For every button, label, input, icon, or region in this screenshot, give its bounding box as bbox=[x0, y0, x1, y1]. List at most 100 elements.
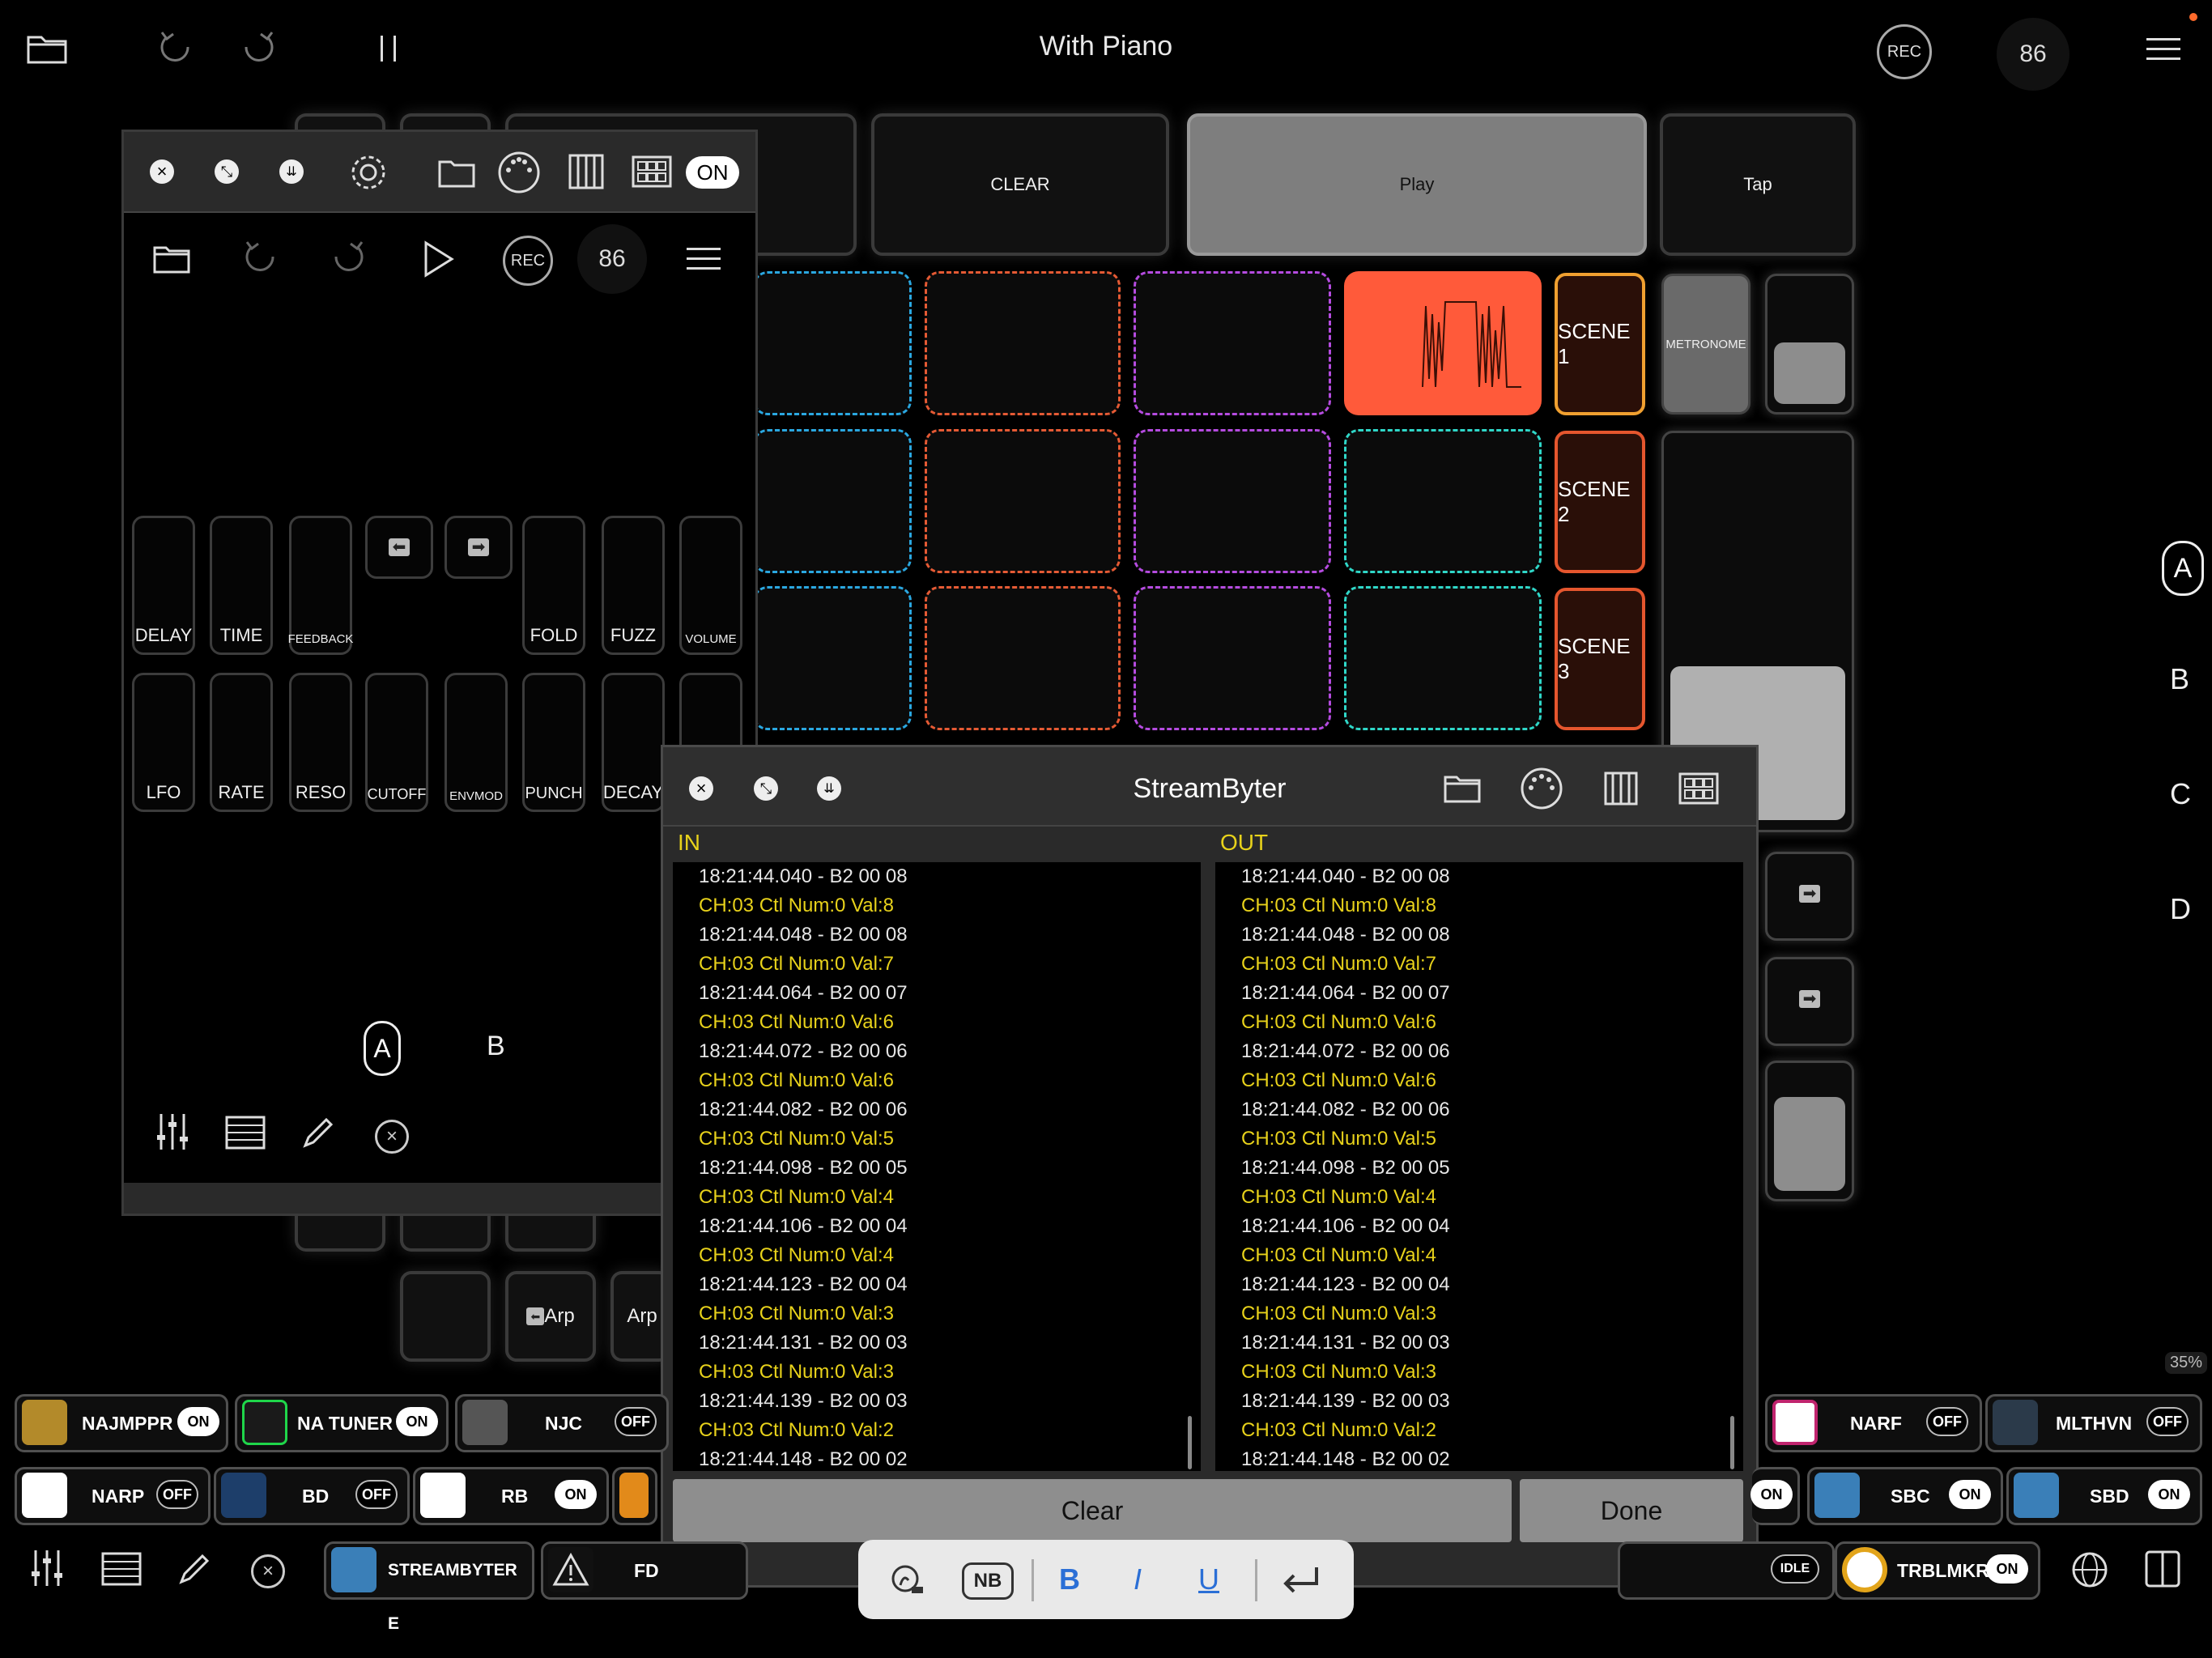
arp-left-button[interactable]: ⬅ Arp bbox=[505, 1271, 596, 1362]
pads-icon[interactable] bbox=[1677, 770, 1721, 807]
hamburger-menu-icon[interactable] bbox=[686, 242, 721, 274]
trblmkr-toggle[interactable]: ON bbox=[1986, 1554, 2028, 1584]
clip-pad[interactable] bbox=[1134, 586, 1331, 730]
plugin-chip-partial[interactable] bbox=[612, 1467, 657, 1525]
volume-slider[interactable]: VOLUME bbox=[679, 516, 742, 655]
plugin-chip-trblmkr[interactable]: TRBLMKR ON bbox=[1835, 1541, 2040, 1600]
rb-toggle[interactable]: ON bbox=[555, 1480, 597, 1509]
plugin-chip-bd[interactable]: BD OFF bbox=[214, 1467, 410, 1525]
midi-port-icon[interactable] bbox=[1518, 765, 1565, 812]
pencil-icon[interactable] bbox=[175, 1550, 214, 1588]
handwriting-icon[interactable] bbox=[887, 1561, 928, 1600]
najmppr-toggle[interactable]: ON bbox=[177, 1407, 219, 1436]
fuzz-slider[interactable]: FUZZ bbox=[602, 516, 665, 655]
plugin-chip-mlthvn[interactable]: MLTHVN OFF bbox=[1985, 1394, 2202, 1452]
next-arrow-button[interactable]: ➡ bbox=[1765, 957, 1854, 1046]
folder-icon[interactable] bbox=[1442, 770, 1482, 806]
close-icon[interactable]: × bbox=[150, 159, 174, 184]
idle-toggle[interactable]: IDLE bbox=[1771, 1554, 1819, 1584]
close-circle-icon[interactable]: × bbox=[251, 1554, 285, 1588]
plugin-chip-najmppr[interactable]: NAJMPPR ON bbox=[15, 1394, 228, 1452]
midi-port-icon[interactable] bbox=[496, 150, 542, 195]
plugin-chip-sbd[interactable]: SBD ON bbox=[2006, 1467, 2202, 1525]
bd-toggle[interactable]: OFF bbox=[355, 1480, 398, 1509]
done-button[interactable]: Done bbox=[1520, 1479, 1743, 1542]
punch-slider[interactable]: PUNCH bbox=[522, 673, 585, 812]
list-icon[interactable] bbox=[224, 1115, 266, 1150]
play-button[interactable]: Play bbox=[1187, 113, 1647, 256]
plugin-chip-rb[interactable]: RB ON bbox=[413, 1467, 609, 1525]
scene-2-button[interactable]: SCENE 2 bbox=[1555, 431, 1645, 573]
clip-pad[interactable] bbox=[925, 586, 1121, 730]
record-button[interactable]: REC bbox=[1877, 24, 1932, 79]
host-button[interactable] bbox=[400, 1271, 491, 1362]
collapse-icon[interactable]: ⇊ bbox=[279, 159, 304, 184]
tempo-display[interactable]: 86 bbox=[1997, 18, 2069, 91]
split-view-icon[interactable] bbox=[2142, 1548, 2183, 1590]
plugin-chip-partial-on[interactable]: ON bbox=[1750, 1467, 1800, 1525]
gear-icon[interactable] bbox=[346, 150, 391, 195]
reso-slider[interactable]: RESO bbox=[289, 673, 352, 812]
clear-log-button[interactable]: Clear bbox=[673, 1479, 1512, 1542]
return-icon[interactable] bbox=[1279, 1562, 1323, 1598]
plugin-chip-na-tuner[interactable]: NA TUNER ON bbox=[235, 1394, 449, 1452]
clip-pad-playing[interactable] bbox=[1344, 271, 1542, 415]
clip-pad[interactable] bbox=[1134, 429, 1331, 573]
side-page-b[interactable]: B bbox=[2170, 662, 2189, 696]
clip-pad[interactable] bbox=[925, 429, 1121, 573]
sbc-toggle[interactable]: ON bbox=[1949, 1480, 1991, 1509]
narp-toggle[interactable]: OFF bbox=[156, 1480, 198, 1509]
prev-arrow-button[interactable]: ⬅ bbox=[365, 516, 433, 579]
bold-button[interactable]: B bbox=[1059, 1562, 1080, 1596]
next-arrow-button[interactable]: ➡ bbox=[1765, 852, 1854, 941]
clip-pad[interactable] bbox=[1344, 429, 1542, 573]
small-fader[interactable] bbox=[1765, 1061, 1854, 1201]
plugin-chip-sbc[interactable]: SBC ON bbox=[1807, 1467, 2003, 1525]
pads-icon[interactable] bbox=[631, 153, 673, 190]
hamburger-menu-icon[interactable] bbox=[2146, 32, 2181, 65]
list-icon[interactable] bbox=[100, 1551, 143, 1587]
clear-button[interactable]: CLEAR bbox=[871, 113, 1169, 256]
rate-slider[interactable]: RATE bbox=[210, 673, 273, 812]
nb-button[interactable]: NB bbox=[962, 1562, 1014, 1600]
clip-pad[interactable] bbox=[1134, 271, 1331, 415]
cutoff-slider[interactable]: CUTOFF bbox=[365, 673, 428, 812]
side-page-d[interactable]: D bbox=[2170, 892, 2191, 926]
folder-icon[interactable] bbox=[436, 155, 477, 190]
side-page-a[interactable]: A bbox=[2162, 541, 2204, 596]
clip-pad[interactable] bbox=[1344, 586, 1542, 730]
keyboard-icon[interactable] bbox=[1601, 768, 1641, 809]
plugin-chip-njc[interactable]: NJC OFF bbox=[455, 1394, 669, 1452]
plugin-chip-streambyter-e[interactable]: STREAMBYTER E bbox=[324, 1541, 534, 1633]
page-a-button[interactable]: A bbox=[364, 1021, 401, 1076]
plugin-chip-narf[interactable]: NARF OFF bbox=[1765, 1394, 1982, 1452]
plugin-chip-idle[interactable]: IDLE bbox=[1618, 1541, 1835, 1600]
njc-toggle[interactable]: OFF bbox=[615, 1407, 657, 1436]
small-fader[interactable] bbox=[1765, 274, 1854, 414]
out-log[interactable]: 18:21:44.040 - B2 00 08 CH:03 Ctl Num:0 V… bbox=[1215, 862, 1743, 1471]
lfo-slider[interactable]: LFO bbox=[132, 673, 195, 812]
record-button[interactable]: REC bbox=[503, 236, 553, 286]
plugin-chip-fd[interactable]: FD bbox=[541, 1541, 748, 1600]
plugin-chip-narp[interactable]: NARP OFF bbox=[15, 1467, 211, 1525]
side-page-c[interactable]: C bbox=[2170, 777, 2191, 811]
undo-icon[interactable] bbox=[240, 237, 281, 278]
delay-slider[interactable]: DELAY bbox=[132, 516, 195, 655]
close-circle-icon[interactable]: × bbox=[375, 1120, 409, 1154]
scene-1-button[interactable]: SCENE 1 bbox=[1555, 273, 1645, 415]
pencil-icon[interactable] bbox=[299, 1113, 338, 1152]
plugin-toggle[interactable]: ON bbox=[1750, 1480, 1793, 1509]
play-icon[interactable] bbox=[420, 239, 457, 279]
fold-slider[interactable]: FOLD bbox=[522, 516, 585, 655]
next-arrow-button[interactable]: ➡ bbox=[445, 516, 513, 579]
page-b-button[interactable]: B bbox=[487, 1031, 505, 1062]
metronome-button[interactable]: METRONOME bbox=[1661, 274, 1750, 414]
sbd-toggle[interactable]: ON bbox=[2148, 1480, 2190, 1509]
scrollbar[interactable] bbox=[1730, 1416, 1734, 1469]
on-toggle[interactable]: ON bbox=[686, 156, 739, 189]
clip-pad[interactable] bbox=[753, 586, 912, 730]
clip-pad[interactable] bbox=[925, 271, 1121, 415]
minimize-icon[interactable]: ⤡ bbox=[215, 159, 239, 184]
globe-icon[interactable] bbox=[2069, 1550, 2110, 1590]
scene-3-button[interactable]: SCENE 3 bbox=[1555, 588, 1645, 730]
